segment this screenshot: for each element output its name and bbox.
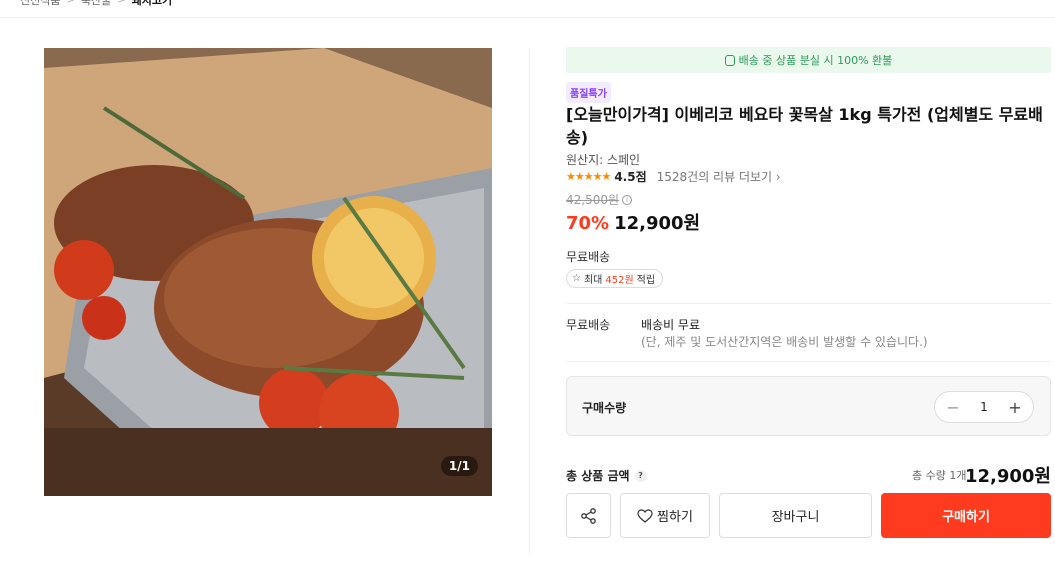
minus-icon[interactable]: − — [945, 398, 961, 417]
plus-icon[interactable]: + — [1007, 398, 1023, 417]
points-prefix: 최대 — [583, 275, 603, 286]
rating-row: ★★★★★ 4.5점 1528건의 리뷰 더보기 › — [566, 168, 781, 185]
chevron-right-icon: > — [117, 0, 126, 6]
buy-now-button[interactable]: 구매하기 — [881, 493, 1051, 538]
product-origin: 원산지: 스페인 — [566, 153, 641, 167]
breadcrumb-current[interactable]: 돼지고기 — [132, 0, 172, 8]
section-divider — [566, 303, 1051, 304]
question-icon[interactable]: ? — [634, 469, 647, 482]
quality-deal-badge: 품질특가 — [566, 82, 611, 103]
wishlist-label: 찜하기 — [657, 510, 693, 525]
vertical-divider — [529, 48, 530, 553]
review-link-text: 1528건의 리뷰 더보기 — [656, 170, 773, 184]
points-amount: 452원 — [605, 275, 634, 286]
share-icon — [580, 507, 596, 524]
points-suffix: 적립 — [636, 275, 656, 286]
shipping-key: 무료배송 — [566, 318, 611, 332]
product-image[interactable]: 1/1 — [44, 48, 492, 496]
quantity-stepper[interactable]: − 1 + — [934, 391, 1034, 423]
info-icon[interactable]: i — [622, 194, 633, 205]
points-star-icon: ☆ — [572, 273, 581, 284]
refund-notice-bar: 배송 중 상품 분실 시 100% 환불 — [566, 47, 1051, 73]
price-row: 70% 12,900원 — [566, 209, 700, 235]
total-label: 총 상품 금액 ? — [566, 467, 647, 484]
product-title: [오늘만이가격] 이베리코 베요타 꽃목살 1kg 특가전 (업체별도 무료배송… — [566, 105, 1043, 147]
review-link[interactable]: 1528건의 리뷰 더보기 › — [657, 168, 781, 185]
section-divider — [566, 361, 1051, 362]
product-photo — [44, 48, 492, 496]
total-price: 12,900원 — [964, 466, 1051, 487]
free-shipping-label: 무료배송 — [566, 250, 611, 264]
original-price: 42,500원 i — [566, 191, 633, 208]
cart-label: 장바구니 — [771, 510, 820, 525]
coin-icon — [724, 54, 735, 66]
quantity-value[interactable]: 1 — [980, 400, 988, 414]
points-chip: ☆ 최대 452원 적립 — [566, 269, 664, 288]
chevron-right-icon: › — [775, 170, 781, 184]
star-rating-icon: ★★★★★ — [566, 170, 611, 183]
shipping-note: (단, 제주 및 도서산간지역은 배송비 발생할 수 있습니다.) — [641, 335, 928, 349]
quantity-label: 구매수량 — [582, 401, 627, 415]
total-label-text: 총 상품 금액 — [566, 469, 630, 483]
shipping-value: 배송비 무료 — [641, 318, 701, 332]
original-price-value: 42,500원 — [566, 193, 620, 207]
discount-rate: 70% — [566, 213, 610, 234]
add-to-cart-button[interactable]: 장바구니 — [719, 493, 872, 538]
buy-label: 구매하기 — [942, 510, 990, 525]
rating-score: 4.5점 — [614, 170, 647, 184]
total-quantity: 총 수량 1개 — [912, 469, 967, 482]
wishlist-button[interactable]: 찜하기 — [620, 493, 710, 538]
breadcrumb: 신선식품 > 축산물 > 돼지고기 — [0, 0, 1055, 18]
heart-icon — [637, 508, 653, 523]
image-counter: 1/1 — [440, 456, 478, 476]
chevron-right-icon: > — [66, 0, 75, 6]
quantity-box: 구매수량 − 1 + — [566, 376, 1051, 436]
refund-notice-text: 배송 중 상품 분실 시 100% 환불 — [738, 54, 893, 67]
breadcrumb-item-fresh[interactable]: 신선식품 — [20, 0, 60, 8]
share-button[interactable] — [566, 493, 611, 538]
sale-price: 12,900원 — [614, 213, 701, 234]
breadcrumb-item-livestock[interactable]: 축산물 — [81, 0, 111, 8]
